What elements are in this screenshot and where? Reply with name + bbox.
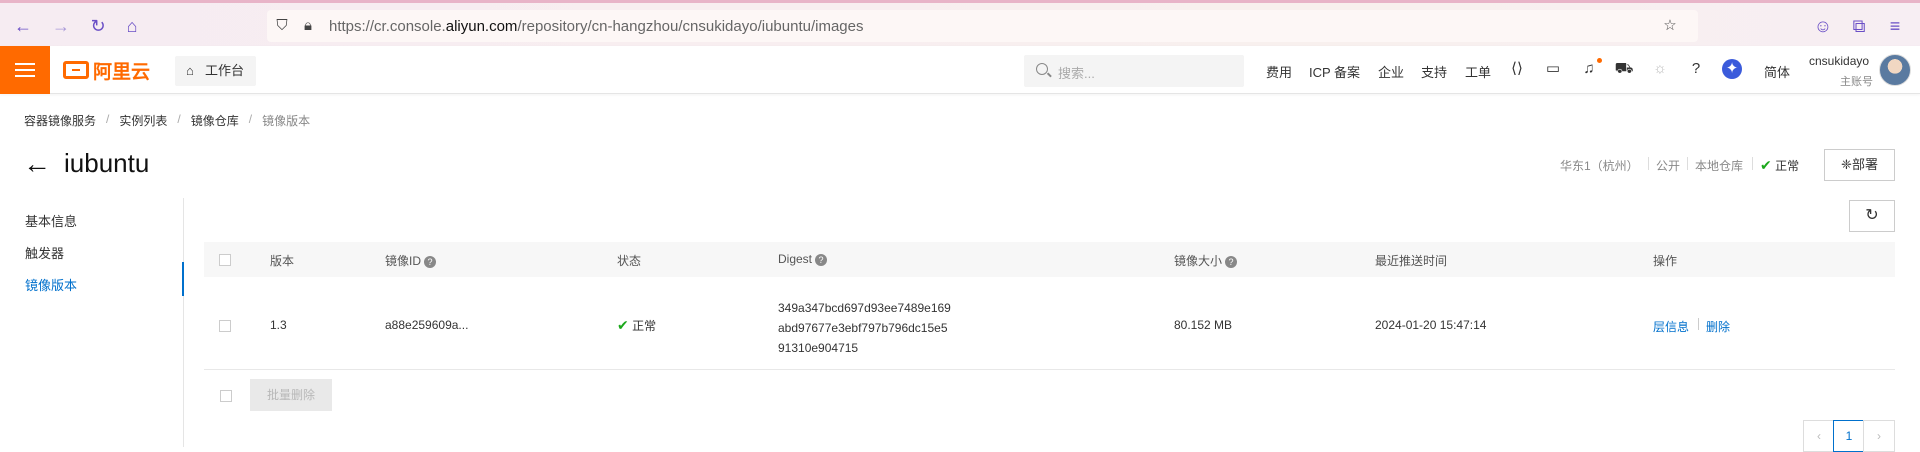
menu-icon[interactable]: ≡ <box>1884 15 1906 37</box>
cart-icon[interactable]: ⛟ <box>1614 59 1634 79</box>
sidebar-item-image-versions[interactable]: 镜像版本 <box>25 275 77 294</box>
reload-icon[interactable]: ↻ <box>87 15 109 37</box>
nav-icp[interactable]: ICP 备案 <box>1309 62 1360 81</box>
cell-size: 80.152 MB <box>1174 318 1233 332</box>
forward-icon[interactable]: → <box>50 15 72 37</box>
page-button[interactable]: 1 <box>1833 420 1865 452</box>
aliyun-logo-icon <box>63 61 89 79</box>
table-header <box>204 242 1895 277</box>
select-all-checkbox[interactable] <box>219 254 231 266</box>
nav-billing[interactable]: 费用 <box>1266 62 1292 81</box>
col-image-id: 镜像ID? <box>385 252 437 269</box>
user-name[interactable]: cnsukidayo <box>1809 54 1869 68</box>
repo-status: ✔ 正常 <box>1760 157 1800 173</box>
nav-enterprise[interactable]: 企业 <box>1378 62 1404 81</box>
help-icon[interactable]: ? <box>815 253 828 266</box>
browser-toolbar: ← → ↻ ⌂ ⛉ 🔒︎ https://cr.console.aliyun.c… <box>0 0 1920 46</box>
col-version: 版本 <box>270 254 295 268</box>
row-checkbox[interactable] <box>219 320 231 332</box>
address-bar[interactable]: ⛉ 🔒︎ https://cr.console.aliyun.com/repos… <box>267 10 1698 42</box>
breadcrumb-item[interactable]: 镜像仓库 <box>191 112 239 129</box>
language-switch[interactable]: 简体 <box>1764 62 1790 81</box>
cell-digest: 349a347bcd697d93ee7489e169 abd97677e3ebf… <box>778 301 951 355</box>
aliyun-logo[interactable]: 阿里云 <box>63 58 150 83</box>
cell-pushed: 2024-01-20 15:47:14 <box>1375 318 1487 332</box>
region-label: 华东1（杭州） <box>1560 159 1639 173</box>
url-text: https://cr.console.aliyun.com/repository… <box>329 18 864 35</box>
prev-page-button[interactable]: ‹ <box>1803 420 1835 452</box>
breadcrumb-item[interactable]: 容器镜像服务 <box>24 112 96 129</box>
repo-type-label: 本地仓库 <box>1695 159 1744 173</box>
home-icon[interactable]: ⌂ <box>121 15 143 37</box>
breadcrumb-item[interactable]: 实例列表 <box>119 112 167 129</box>
sidebar-item-basic-info[interactable]: 基本信息 <box>25 211 77 230</box>
console-header: 阿里云 ⌂ 工作台 搜索... 费用 ICP 备案 企业 支持 工单 ⟨⟩ ▭ … <box>0 46 1920 94</box>
deploy-button[interactable]: ❈部署 <box>1824 149 1895 181</box>
breadcrumb: 容器镜像服务 / 实例列表 / 镜像仓库 / 镜像版本 <box>24 112 311 129</box>
nav-ticket[interactable]: 工单 <box>1465 62 1491 81</box>
code-icon[interactable]: ⟨⟩ <box>1507 59 1527 79</box>
batch-delete-button[interactable]: 批量删除 <box>250 379 332 411</box>
side-nav <box>0 198 184 447</box>
terminal-icon[interactable]: ▭ <box>1543 59 1563 79</box>
breadcrumb-current: 镜像版本 <box>262 114 311 128</box>
nav-support[interactable]: 支持 <box>1421 62 1447 81</box>
extensions-icon[interactable]: ⧉ <box>1848 15 1870 37</box>
lightbulb-icon[interactable]: ☼ <box>1650 59 1670 79</box>
bookmark-star-icon[interactable]: ☆ <box>1661 17 1679 35</box>
shield-icon[interactable]: ⛉ <box>273 17 291 35</box>
deploy-icon: ❈ <box>1841 157 1852 172</box>
cell-version: 1.3 <box>270 318 287 332</box>
cell-image-id: a88e259609a... <box>385 318 469 332</box>
refresh-button[interactable]: ↻ <box>1849 200 1895 232</box>
user-role: 主账号 <box>1840 76 1873 88</box>
col-actions: 操作 <box>1653 254 1678 268</box>
sidebar-item-triggers[interactable]: 触发器 <box>25 243 64 262</box>
assistant-icon[interactable]: ✦ <box>1722 59 1742 79</box>
lock-icon[interactable]: 🔒︎ <box>299 17 317 35</box>
home-icon: ⌂ <box>186 63 194 78</box>
help-icon[interactable]: ? <box>1225 255 1238 268</box>
sidebar-active-indicator <box>182 262 184 296</box>
check-icon: ✔ <box>1760 157 1772 173</box>
back-arrow-icon[interactable]: ← <box>23 150 51 178</box>
layer-info-link[interactable]: 层信息 <box>1653 318 1689 335</box>
hamburger-menu-icon[interactable] <box>0 46 50 94</box>
col-pushed: 最近推送时间 <box>1375 254 1448 268</box>
avatar[interactable] <box>1879 54 1911 86</box>
check-icon: ✔ <box>617 317 629 333</box>
visibility-label: 公开 <box>1656 159 1681 173</box>
notification-dot <box>1597 58 1602 63</box>
refresh-icon: ↻ <box>1865 207 1879 224</box>
help-icon[interactable]: ? <box>1686 59 1706 79</box>
delete-link[interactable]: 删除 <box>1706 318 1730 335</box>
search-icon <box>1036 63 1048 75</box>
page-title: iubuntu <box>64 148 150 178</box>
cell-status: ✔ 正常 <box>617 317 657 333</box>
bell-icon[interactable]: ♫ <box>1579 59 1599 79</box>
col-status: 状态 <box>617 254 642 268</box>
workbench-button[interactable]: ⌂ 工作台 <box>175 56 257 86</box>
profile-icon[interactable]: ☺ <box>1812 15 1834 37</box>
col-digest: Digest? <box>778 252 828 266</box>
help-icon[interactable]: ? <box>424 255 437 268</box>
batch-select-checkbox[interactable] <box>220 390 232 402</box>
search-input[interactable]: 搜索... <box>1024 55 1244 87</box>
back-icon[interactable]: ← <box>12 15 34 37</box>
col-size: 镜像大小? <box>1174 252 1238 269</box>
next-page-button[interactable]: › <box>1863 420 1895 452</box>
